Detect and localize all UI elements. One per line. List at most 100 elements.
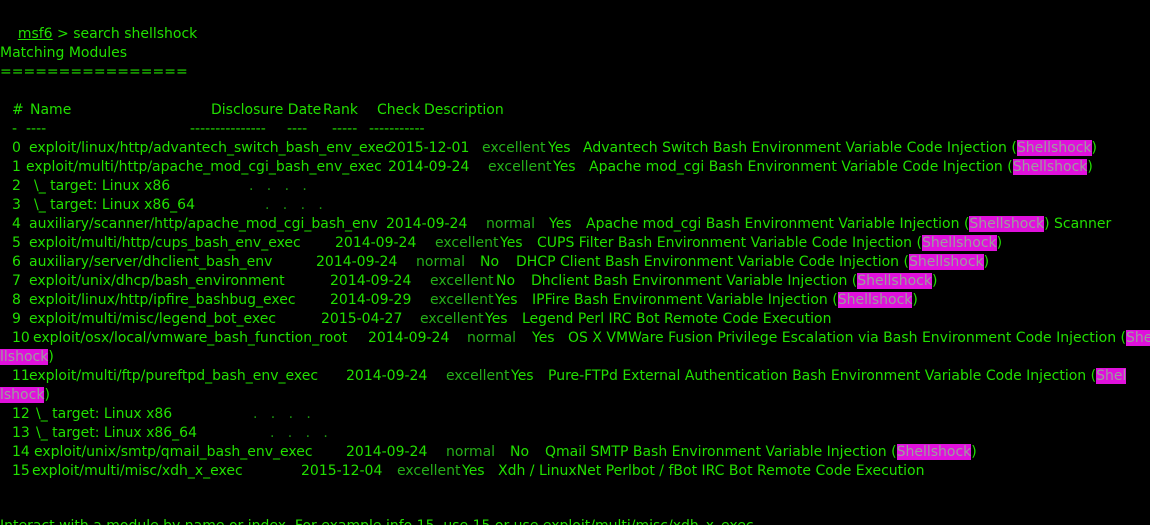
module-name: \_ target: Linux x86 (36, 406, 173, 422)
target-dots: . . . . (253, 406, 311, 422)
module-name: exploit/multi/misc/legend_bot_exec (29, 311, 277, 327)
terminal-window[interactable]: msf6 > search shellshock Matching Module… (0, 0, 1150, 525)
description-text: OS X VMWare Fusion Privilege Escalation … (568, 330, 1127, 346)
check-flag: No (480, 254, 500, 270)
module-name: exploit/unix/dhcp/bash_environment (29, 273, 285, 289)
header-rank: Rank (323, 102, 358, 118)
module-rank: excellent (430, 273, 494, 289)
table-dash-row: - ---- --------------- ---- ----- ------… (0, 120, 1150, 139)
dash-rank: ---- (287, 121, 308, 137)
disclosure-date: 2014-09-24 (346, 444, 428, 460)
module-rank: excellent (488, 159, 552, 175)
module-name: exploit/unix/smtp/qmail_bash_env_exec (34, 444, 313, 460)
module-rank: excellent (430, 292, 494, 308)
section-underline: ================ (0, 64, 188, 80)
table-row: 12 \_ target: Linux x86 . . . . (0, 405, 1150, 424)
row-index: 8 (12, 292, 21, 308)
row-index: 2 (12, 178, 21, 194)
search-match-highlight: Shellshock (921, 235, 997, 251)
dash-date: --------------- (190, 121, 266, 137)
table-row: 6 auxiliary/server/dhclient_bash_env 2014-… (0, 253, 1150, 272)
check-flag: No (510, 444, 530, 460)
check-flag: Yes (500, 235, 523, 251)
table-row: 3 \_ target: Linux x86_64 . . . . (0, 196, 1150, 215)
table-row: 4 auxiliary/scanner/http/apache_mod_cgi_b… (0, 215, 1150, 234)
search-match-highlight: Shellshock (896, 444, 972, 460)
description-suffix: ) Scanner (1044, 216, 1112, 232)
header-check: Check (377, 102, 421, 118)
row-index: 13 (12, 425, 30, 441)
table-row: 7 exploit/unix/dhcp/bash_environment 2014-… (0, 272, 1150, 291)
search-match-highlight: lshock (0, 387, 45, 403)
module-rank: excellent (397, 463, 461, 479)
row-index: 12 (12, 406, 30, 422)
check-flag: Yes (532, 330, 555, 346)
table-row: 9 exploit/multi/misc/legend_bot_exec 2015-… (0, 310, 1150, 329)
description-text: Advantech Switch Bash Environment Variab… (583, 140, 1017, 156)
module-rank: excellent (482, 140, 546, 156)
description-text: Apache mod_cgi Bash Environment Variable… (586, 216, 970, 232)
check-flag: Yes (548, 140, 571, 156)
description-suffix: ) (996, 235, 1003, 251)
row-index: 3 (12, 197, 21, 213)
description-text: DHCP Client Bash Environment Variable Co… (516, 254, 909, 270)
row-index: 14 (12, 444, 30, 460)
table-row: 5 exploit/multi/http/cups_bash_env_exec 20… (0, 234, 1150, 253)
table-row: 0 exploit/linux/http/advantech_switch_bas… (0, 139, 1150, 158)
module-description: OS X VMWare Fusion Privilege Escalation … (568, 329, 1150, 348)
target-dots: . . . . (249, 178, 307, 194)
description-text: Xdh / LinuxNet Perlbot / fBot IRC Bot Re… (498, 463, 925, 479)
module-name: exploit/linux/http/ipfire_bashbug_exec (29, 292, 296, 308)
header-num: # (12, 102, 24, 118)
module-name: exploit/multi/ftp/pureftpd_bash_env_exec (29, 368, 319, 384)
module-description: CUPS Filter Bash Environment Variable Co… (537, 234, 1002, 253)
command-text: search shellshock (73, 26, 198, 42)
description-text: Dhclient Bash Environment Variable Injec… (531, 273, 858, 289)
dash-name: ---- (26, 121, 47, 137)
module-name: exploit/multi/misc/xdh_x_exec (32, 463, 243, 479)
description-text: CUPS Filter Bash Environment Variable Co… (537, 235, 922, 251)
description-suffix: ) (912, 292, 918, 308)
disclosure-date: 2014-09-29 (330, 292, 412, 308)
check-flag: No (496, 273, 516, 289)
target-dots: . . . . (265, 197, 323, 213)
table-row: 8 exploit/linux/http/ipfire_bashbug_exec 2… (0, 291, 1150, 310)
check-flag: Yes (485, 311, 508, 327)
module-description: Advantech Switch Bash Environment Variab… (583, 139, 1097, 158)
module-description: Apache mod_cgi Bash Environment Variable… (586, 215, 1111, 234)
disclosure-date: 2014-09-24 (330, 273, 412, 289)
search-match-highlight: Shellshock (1012, 159, 1088, 175)
table-row: 15 exploit/multi/misc/xdh_x_exec 2015-12-0… (0, 462, 1150, 481)
dash-check: ----- (332, 121, 358, 137)
row-index: 15 (12, 463, 30, 479)
row-index: 11 (12, 368, 30, 384)
check-flag: Yes (462, 463, 485, 479)
table-row: 2 \_ target: Linux x86 . . . . (0, 177, 1150, 196)
header-name: Name (30, 102, 72, 118)
wrapped-description-line: llshock) (0, 348, 1150, 367)
dash-num: - (12, 121, 18, 137)
search-match-highlight: Shellshock (1016, 140, 1092, 156)
header-description: Description (424, 102, 504, 118)
module-name: exploit/multi/http/apache_mod_cgi_bash_e… (26, 159, 382, 175)
check-flag: Yes (511, 368, 534, 384)
row-index: 10 (12, 330, 30, 346)
table-row: 10 exploit/osx/local/vmware_bash_function… (0, 329, 1150, 348)
module-name: exploit/multi/http/cups_bash_env_exec (29, 235, 301, 251)
description-suffix: ) (931, 273, 938, 289)
disclosure-date: 2014-09-24 (316, 254, 398, 270)
row-index: 9 (12, 311, 21, 327)
module-name: \_ target: Linux x86_64 (34, 197, 195, 213)
module-description: DHCP Client Bash Environment Variable Co… (516, 253, 989, 272)
check-flag: Yes (549, 216, 572, 232)
disclosure-date: 2014-09-24 (368, 330, 450, 346)
module-rank: normal (416, 254, 466, 270)
description-suffix: ) (1087, 159, 1093, 175)
module-description: IPFire Bash Environment Variable Injecti… (532, 291, 918, 310)
row-index: 4 (12, 216, 21, 232)
table-row: 13 \_ target: Linux x86_64 . . . . (0, 424, 1150, 443)
search-match-highlight: Shellshock (969, 216, 1045, 232)
prompt-separator: > (52, 26, 74, 42)
module-description: Apache mod_cgi Bash Environment Variable… (589, 158, 1093, 177)
disclosure-date: 2015-12-01 (388, 140, 470, 156)
